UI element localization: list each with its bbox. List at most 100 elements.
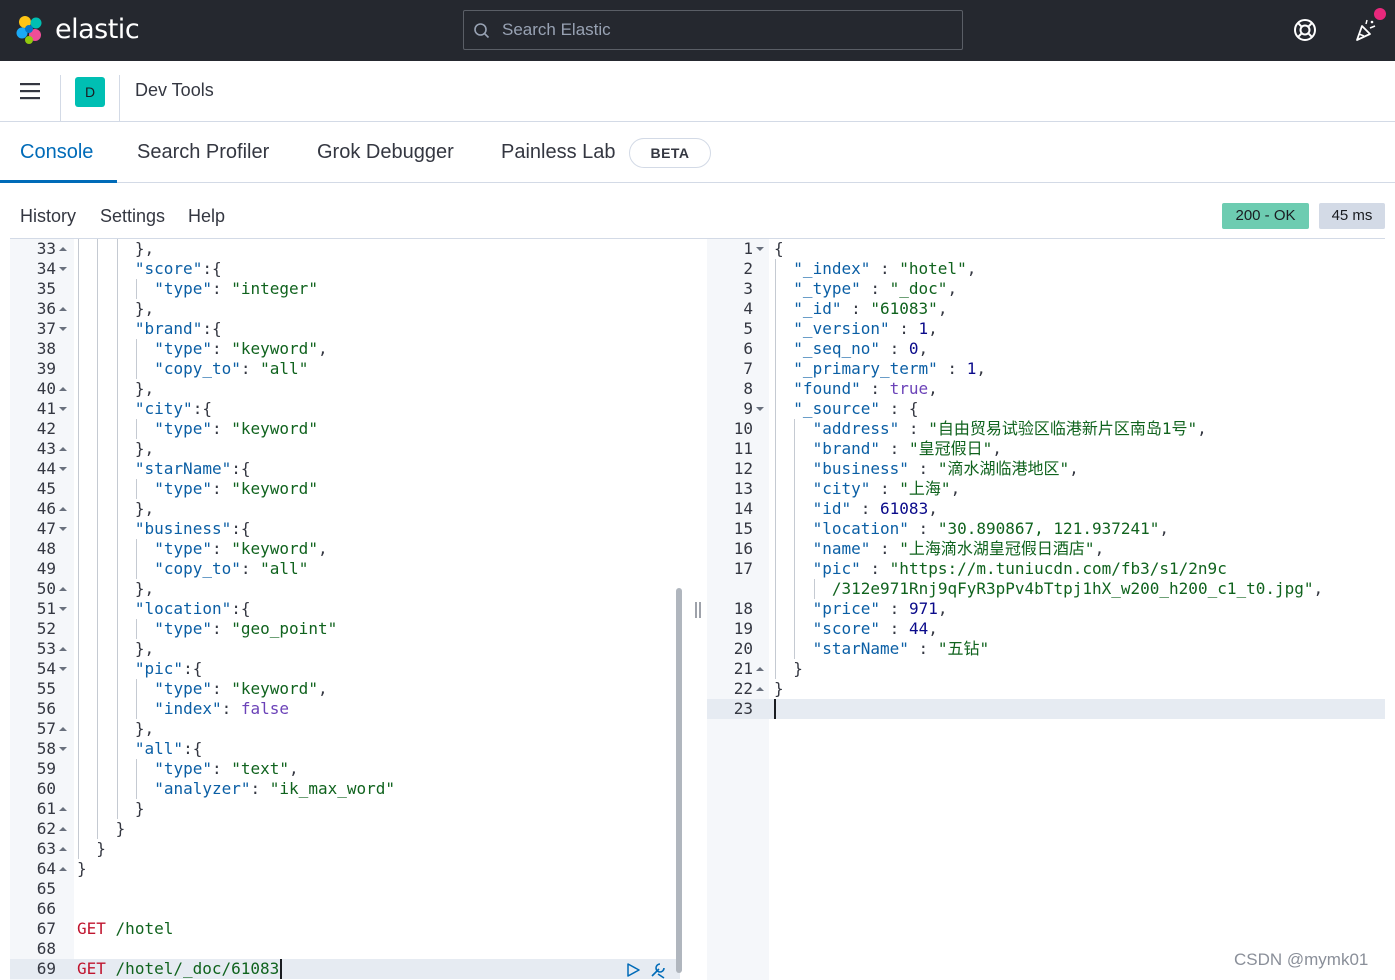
code-line[interactable]: 10 "address" : "自由贸易试验区临港新片区南岛1号", xyxy=(707,419,1385,439)
code-line[interactable]: 50}, xyxy=(10,579,680,599)
code-line[interactable]: 33}, xyxy=(10,239,680,259)
code-line[interactable]: 8 "found" : true, xyxy=(707,379,1385,399)
code-line[interactable]: 60 "analyzer": "ik_max_word" xyxy=(10,779,680,799)
code-line[interactable]: 9 "_source" : { xyxy=(707,399,1385,419)
code-line[interactable]: 46}, xyxy=(10,499,680,519)
fold-close-icon[interactable] xyxy=(58,839,68,859)
code-line[interactable]: 17 "pic" : "https://m.tuniucdn.com/fb3/s1… xyxy=(707,559,1385,579)
code-line[interactable]: 62} xyxy=(10,819,680,839)
menu-icon[interactable] xyxy=(20,81,40,101)
fold-close-icon[interactable] xyxy=(755,679,765,699)
code-line[interactable]: 51 "location":{ xyxy=(10,599,680,619)
fold-open-icon[interactable] xyxy=(58,259,68,279)
code-line[interactable]: 48 "type": "keyword", xyxy=(10,539,680,559)
wrench-icon[interactable] xyxy=(648,960,668,980)
help-icon[interactable] xyxy=(1291,16,1319,44)
code-line[interactable]: 4 "_id" : "61083", xyxy=(707,299,1385,319)
tab-console[interactable]: Console xyxy=(20,141,93,164)
code-line[interactable]: 34 "score":{ xyxy=(10,259,680,279)
code-line[interactable]: 35 "type": "integer" xyxy=(10,279,680,299)
code-line[interactable]: 61} xyxy=(10,799,680,819)
fold-open-icon[interactable] xyxy=(58,659,68,679)
code-line[interactable]: 16 "name" : "上海滴水湖皇冠假日酒店", xyxy=(707,539,1385,559)
global-search[interactable] xyxy=(463,10,963,50)
code-line[interactable]: 21} xyxy=(707,659,1385,679)
code-line[interactable]: 63} xyxy=(10,839,680,859)
code-line[interactable]: 56 "index": false xyxy=(10,699,680,719)
fold-close-icon[interactable] xyxy=(58,859,68,879)
tab-grok-debugger[interactable]: Grok Debugger xyxy=(317,141,454,164)
pane-resize-handle[interactable] xyxy=(692,600,704,620)
fold-open-icon[interactable] xyxy=(58,519,68,539)
code-line[interactable]: 6 "_seq_no" : 0, xyxy=(707,339,1385,359)
code-line[interactable]: 54 "pic":{ xyxy=(10,659,680,679)
fold-close-icon[interactable] xyxy=(755,659,765,679)
code-line[interactable]: 5 "_version" : 1, xyxy=(707,319,1385,339)
code-line[interactable]: 22} xyxy=(707,679,1385,699)
code-line[interactable]: 68 xyxy=(10,939,680,959)
code-line[interactable]: 18 "price" : 971, xyxy=(707,599,1385,619)
code-line[interactable]: 44 "starName":{ xyxy=(10,459,680,479)
code-line[interactable]: 67 GET /hotel xyxy=(10,919,680,939)
history-link[interactable]: History xyxy=(20,206,76,227)
code-line[interactable]: 40}, xyxy=(10,379,680,399)
code-line[interactable]: /312e971Rnj9qFyR3pPv4bTtpj1hX_w200_h200_… xyxy=(707,579,1385,599)
tab-search-profiler[interactable]: Search Profiler xyxy=(137,141,269,164)
fold-open-icon[interactable] xyxy=(755,399,765,419)
code-line[interactable]: 13 "city" : "上海", xyxy=(707,479,1385,499)
fold-close-icon[interactable] xyxy=(58,799,68,819)
code-line[interactable]: 38 "type": "keyword", xyxy=(10,339,680,359)
space-avatar[interactable]: D xyxy=(75,77,105,107)
code-line[interactable]: 23 xyxy=(707,699,1385,719)
code-line[interactable]: 7 "_primary_term" : 1, xyxy=(707,359,1385,379)
code-line[interactable]: 41 "city":{ xyxy=(10,399,680,419)
code-line[interactable]: 19 "score" : 44, xyxy=(707,619,1385,639)
code-line[interactable]: 55 "type": "keyword", xyxy=(10,679,680,699)
tab-painless-lab[interactable]: Painless Lab xyxy=(501,141,616,164)
fold-open-icon[interactable] xyxy=(58,459,68,479)
fold-open-icon[interactable] xyxy=(58,399,68,419)
fold-close-icon[interactable] xyxy=(58,439,68,459)
code-line[interactable]: 64} xyxy=(10,859,680,879)
code-line[interactable]: 3 "_type" : "_doc", xyxy=(707,279,1385,299)
fold-open-icon[interactable] xyxy=(58,739,68,759)
code-line[interactable]: 42 "type": "keyword" xyxy=(10,419,680,439)
code-line[interactable]: 15 "location" : "30.890867, 121.937241", xyxy=(707,519,1385,539)
code-line[interactable]: 52 "type": "geo_point" xyxy=(10,619,680,639)
code-line[interactable]: 53}, xyxy=(10,639,680,659)
code-line[interactable]: 59 "type": "text", xyxy=(10,759,680,779)
code-line[interactable]: 66 xyxy=(10,899,680,919)
response-editor[interactable]: 1{2 "_index" : "hotel", 3 "_type" : "_doc",… xyxy=(707,239,1385,980)
fold-open-icon[interactable] xyxy=(58,319,68,339)
code-line[interactable]: 2 "_index" : "hotel", xyxy=(707,259,1385,279)
code-line[interactable]: 45 "type": "keyword" xyxy=(10,479,680,499)
fold-close-icon[interactable] xyxy=(58,719,68,739)
fold-close-icon[interactable] xyxy=(58,239,68,259)
code-line[interactable]: 65 xyxy=(10,879,680,899)
code-line[interactable]: 69 GET /hotel/_doc/61083 xyxy=(10,959,680,979)
code-line[interactable]: 37 "brand":{ xyxy=(10,319,680,339)
code-line[interactable]: 58 "all":{ xyxy=(10,739,680,759)
fold-close-icon[interactable] xyxy=(58,639,68,659)
code-line[interactable]: 12 "business" : "滴水湖临港地区", xyxy=(707,459,1385,479)
fold-close-icon[interactable] xyxy=(58,379,68,399)
code-line[interactable]: 1{ xyxy=(707,239,1385,259)
fold-close-icon[interactable] xyxy=(58,499,68,519)
request-editor[interactable]: 33}, 34 "score":{35 "type": "integer" 36}, 37… xyxy=(10,239,680,980)
fold-open-icon[interactable] xyxy=(58,599,68,619)
code-line[interactable]: 11 "brand" : "皇冠假日", xyxy=(707,439,1385,459)
settings-link[interactable]: Settings xyxy=(100,206,165,227)
code-line[interactable]: 57}, xyxy=(10,719,680,739)
code-line[interactable]: 49 "copy_to": "all" xyxy=(10,559,680,579)
fold-close-icon[interactable] xyxy=(58,579,68,599)
code-line[interactable]: 39 "copy_to": "all" xyxy=(10,359,680,379)
code-line[interactable]: 43}, xyxy=(10,439,680,459)
fold-open-icon[interactable] xyxy=(755,239,765,259)
code-line[interactable]: 14 "id" : 61083, xyxy=(707,499,1385,519)
elastic-logo-icon[interactable] xyxy=(14,14,46,46)
code-line[interactable]: 36}, xyxy=(10,299,680,319)
play-icon[interactable] xyxy=(625,962,641,978)
help-link[interactable]: Help xyxy=(188,206,225,227)
search-input[interactable] xyxy=(502,11,952,49)
fold-close-icon[interactable] xyxy=(58,819,68,839)
